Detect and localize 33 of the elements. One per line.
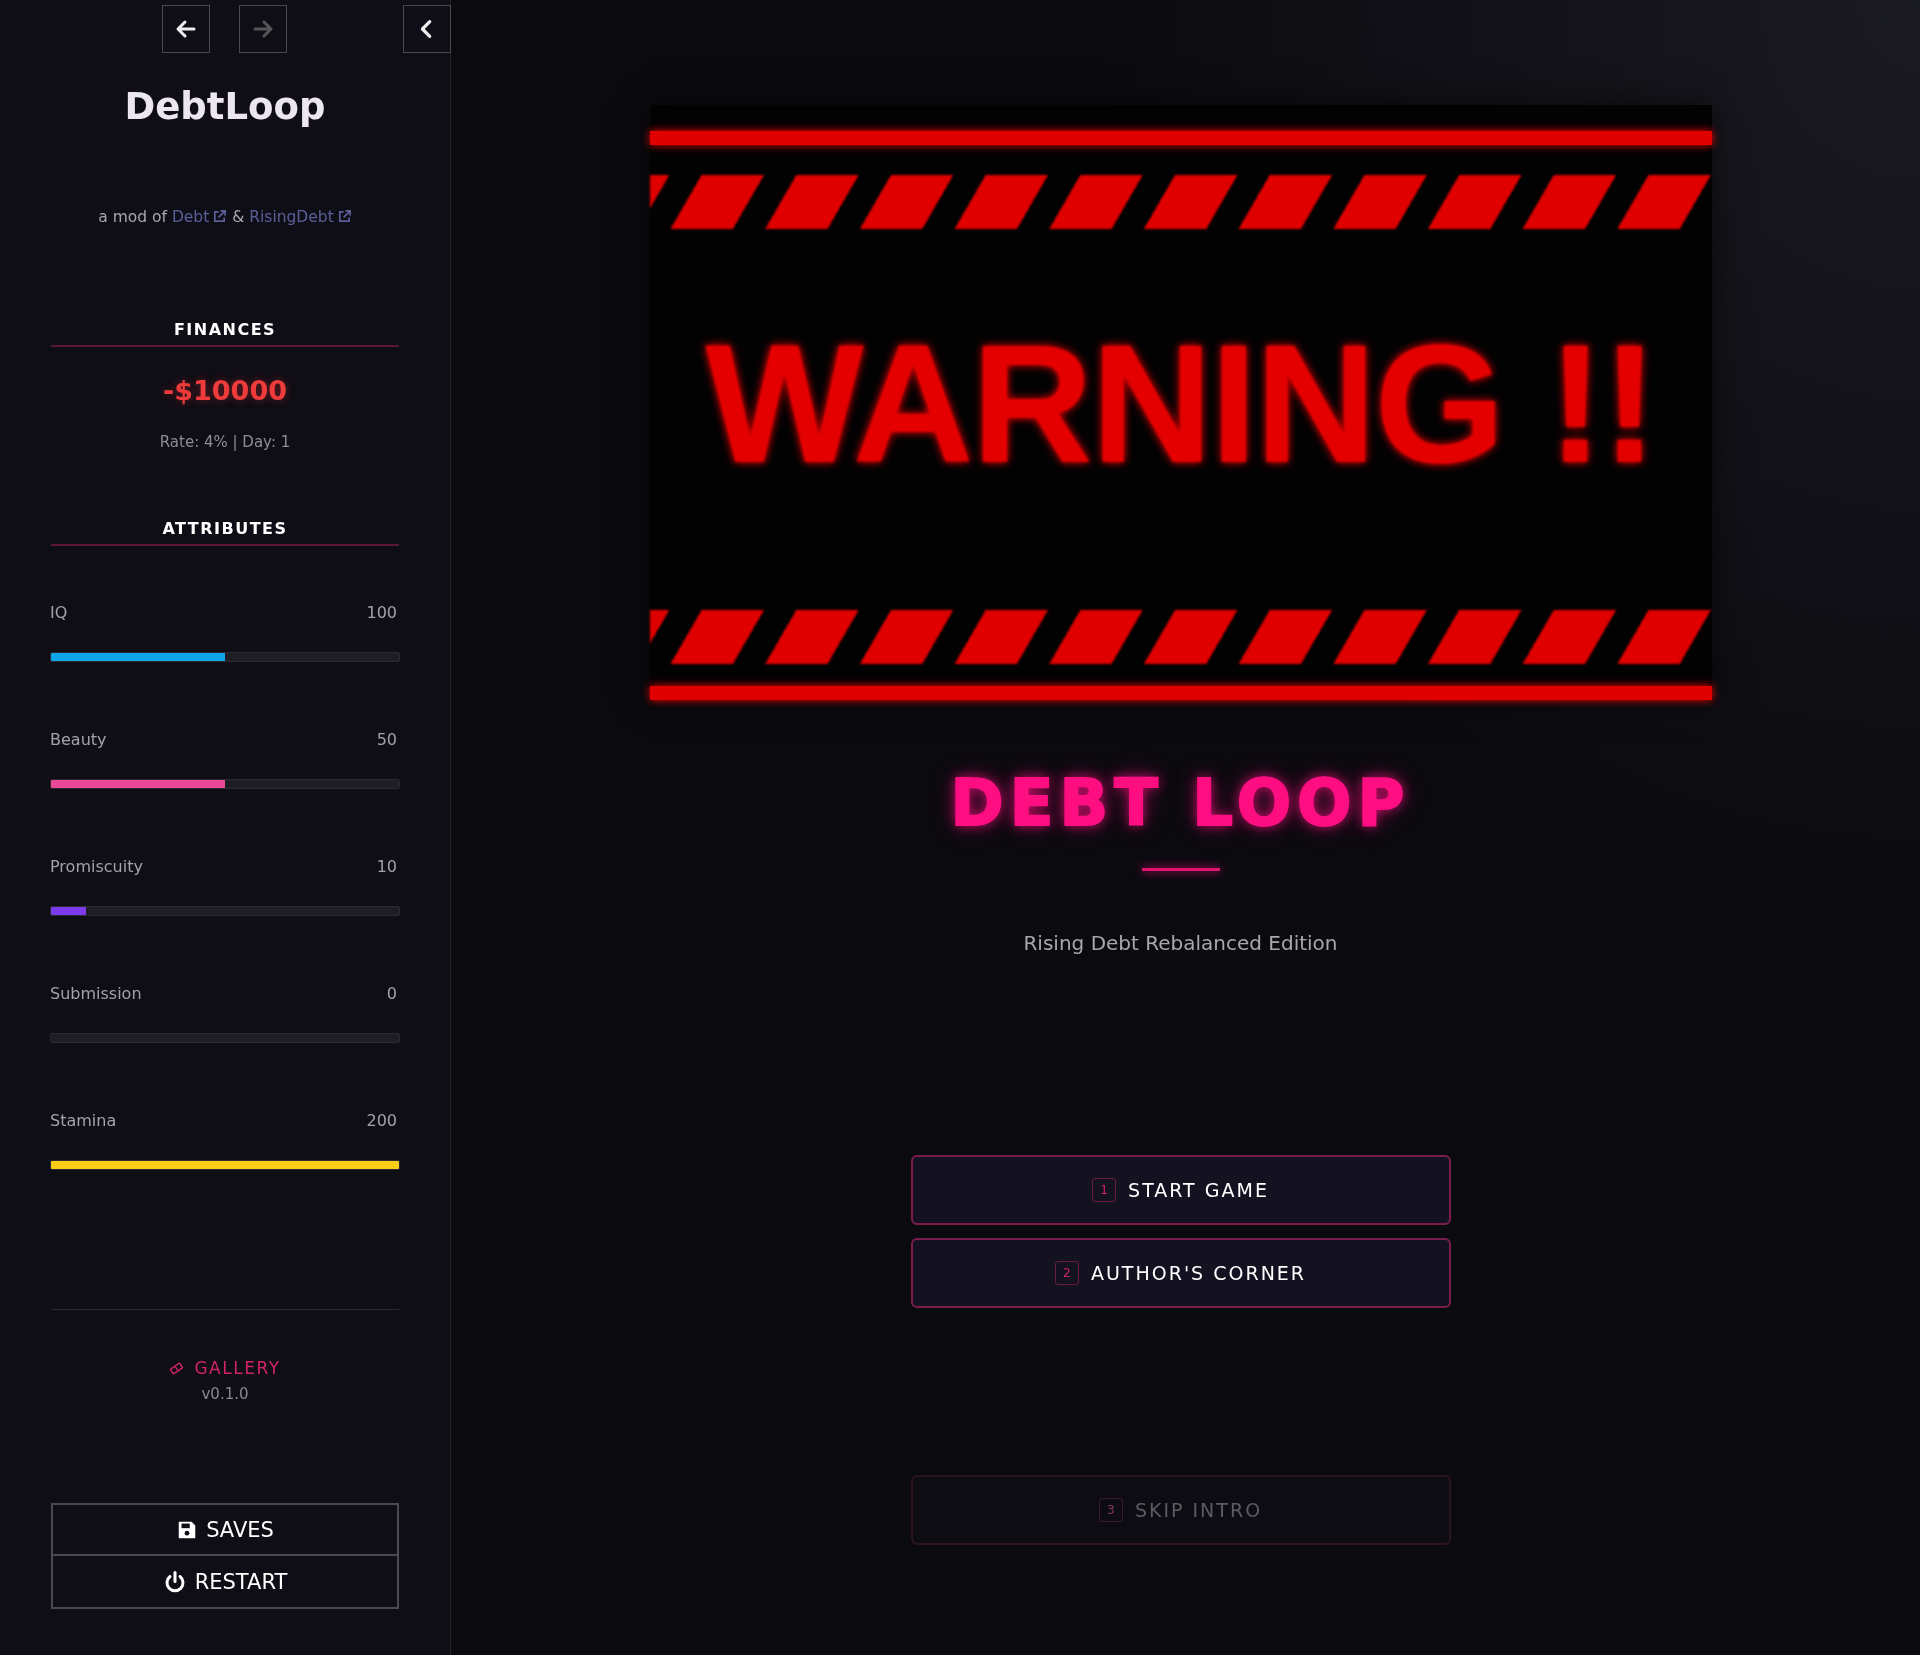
attribute-value: 50 [376, 730, 397, 749]
saves-button[interactable]: SAVES [51, 1503, 399, 1556]
attribute-value: 100 [366, 603, 397, 622]
hotkey-badge: 1 [1092, 1178, 1117, 1202]
attribute-value: 0 [386, 984, 397, 1003]
attribute-value: 200 [366, 1111, 397, 1130]
attribute-name: Submission [50, 984, 142, 1003]
version-text: v0.1.0 [201, 1385, 249, 1403]
ticket-icon [169, 1360, 185, 1376]
attribute-name: Stamina [50, 1111, 117, 1130]
gallery-link[interactable]: GALLERY [169, 1358, 281, 1378]
credit-text: a mod of Debt & RisingDebt [98, 208, 352, 226]
collapse-sidebar-button[interactable] [403, 5, 451, 53]
menu-button[interactable]: 1 START GAME [910, 1155, 1451, 1225]
warning-text: WARNING !! [704, 309, 1657, 500]
external-link-icon [336, 209, 352, 224]
section-heading: ATTRIBUTES [51, 519, 399, 546]
hotkey-badge: 3 [1098, 1498, 1123, 1522]
external-link-icon [212, 209, 228, 224]
sidebar-title: DebtLoop [124, 85, 326, 128]
rate-day-text: Rate: 4% | Day: 1 [159, 433, 291, 451]
subtitle: Rising Debt Rebalanced Edition [1023, 931, 1338, 955]
attribute-value: 10 [376, 857, 397, 876]
back-button[interactable] [162, 5, 210, 53]
debt-amount: -$10000 [163, 375, 287, 406]
restart-button[interactable]: RESTART [51, 1556, 399, 1609]
attribute-name: IQ [50, 603, 68, 622]
menu-button[interactable]: 2 AUTHOR'S CORNER [910, 1238, 1451, 1308]
attribute-name: Promiscuity [50, 857, 143, 876]
attribute-name: Beauty [50, 730, 107, 749]
hotkey-badge: 2 [1054, 1261, 1079, 1285]
game-title: DEBT LOOP [950, 766, 1411, 840]
section-heading: FINANCES [51, 320, 399, 347]
